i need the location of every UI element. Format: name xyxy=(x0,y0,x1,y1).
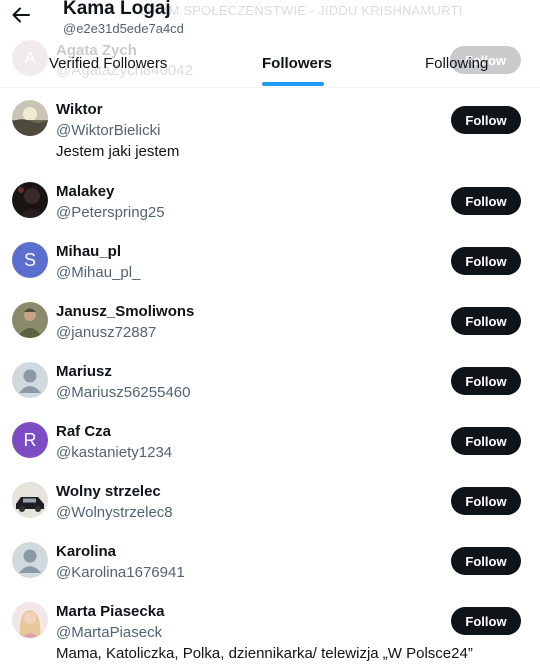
avatar-letter[interactable]: R xyxy=(12,422,48,458)
follow-button[interactable]: Follow xyxy=(451,247,521,275)
follower-handle: @WiktorBielicki xyxy=(56,122,161,139)
follower-handle: @Wolnystrzelec8 xyxy=(56,504,173,521)
follow-button[interactable]: Follow xyxy=(451,106,521,134)
profile-handle: @e2e31d5ede7a4cd xyxy=(63,21,184,36)
follower-name[interactable]: Mihau_pl xyxy=(56,243,121,260)
follower-name[interactable]: Wolny strzelec xyxy=(56,483,161,500)
profile-name: Kama Logaj xyxy=(63,0,171,19)
follower-name[interactable]: Malakey xyxy=(56,183,114,200)
follower-name[interactable]: Wiktor xyxy=(56,101,103,118)
active-tab-indicator xyxy=(262,82,324,86)
follower-handle: @Mihau_pl_ xyxy=(56,264,141,281)
follower-handle: @Mariusz56255460 xyxy=(56,384,191,401)
follower-name[interactable]: Janusz_Smoliwons xyxy=(56,303,194,320)
follower-handle: @Peterspring25 xyxy=(56,204,165,221)
follower-name[interactable]: Marta Piasecka xyxy=(56,603,164,620)
default-person-icon[interactable] xyxy=(12,542,48,578)
follow-button[interactable]: Follow xyxy=(451,187,521,215)
follow-button[interactable]: Follow xyxy=(451,607,521,635)
tab-verified-followers[interactable]: Verified Followers xyxy=(49,55,167,72)
back-arrow-icon[interactable] xyxy=(10,4,32,26)
follower-handle: @janusz72887 xyxy=(56,324,157,341)
follower-name[interactable]: Mariusz xyxy=(56,363,112,380)
follower-bio: Jestem jaki jestem xyxy=(56,143,180,160)
follower-bio: Mama, Katoliczka, Polka, dziennikarka/ t… xyxy=(56,645,473,662)
avatar-photo-woman[interactable] xyxy=(12,602,48,638)
avatar-photo-landscape[interactable] xyxy=(12,100,48,136)
follower-name[interactable]: Karolina xyxy=(56,543,116,560)
avatar-photo-dark-portrait[interactable] xyxy=(12,182,48,218)
tab-followers[interactable]: Followers xyxy=(262,55,332,72)
avatar-photo-car[interactable] xyxy=(12,482,48,518)
profile-header: Kama Logaj @e2e31d5ede7a4cd Verified Fol… xyxy=(0,0,540,88)
follow-button[interactable]: Follow xyxy=(451,427,521,455)
follow-button[interactable]: Follow xyxy=(451,487,521,515)
default-person-icon[interactable] xyxy=(12,362,48,398)
follower-name[interactable]: Raf Cza xyxy=(56,423,111,440)
follow-button[interactable]: Follow xyxy=(451,307,521,335)
avatar-letter-text: S xyxy=(23,249,36,270)
avatar-photo-soldier[interactable] xyxy=(12,302,48,338)
follow-button[interactable]: Follow xyxy=(451,367,521,395)
follower-handle: @Karolina1676941 xyxy=(56,564,185,581)
avatar-letter-text: R xyxy=(23,429,37,450)
follow-button[interactable]: Follow xyxy=(451,547,521,575)
follower-handle: @MartaPiaseck xyxy=(56,624,163,641)
follower-handle: @kastaniety1234 xyxy=(56,444,173,461)
tab-following[interactable]: Following xyxy=(425,55,488,72)
avatar-letter[interactable]: S xyxy=(12,242,48,278)
